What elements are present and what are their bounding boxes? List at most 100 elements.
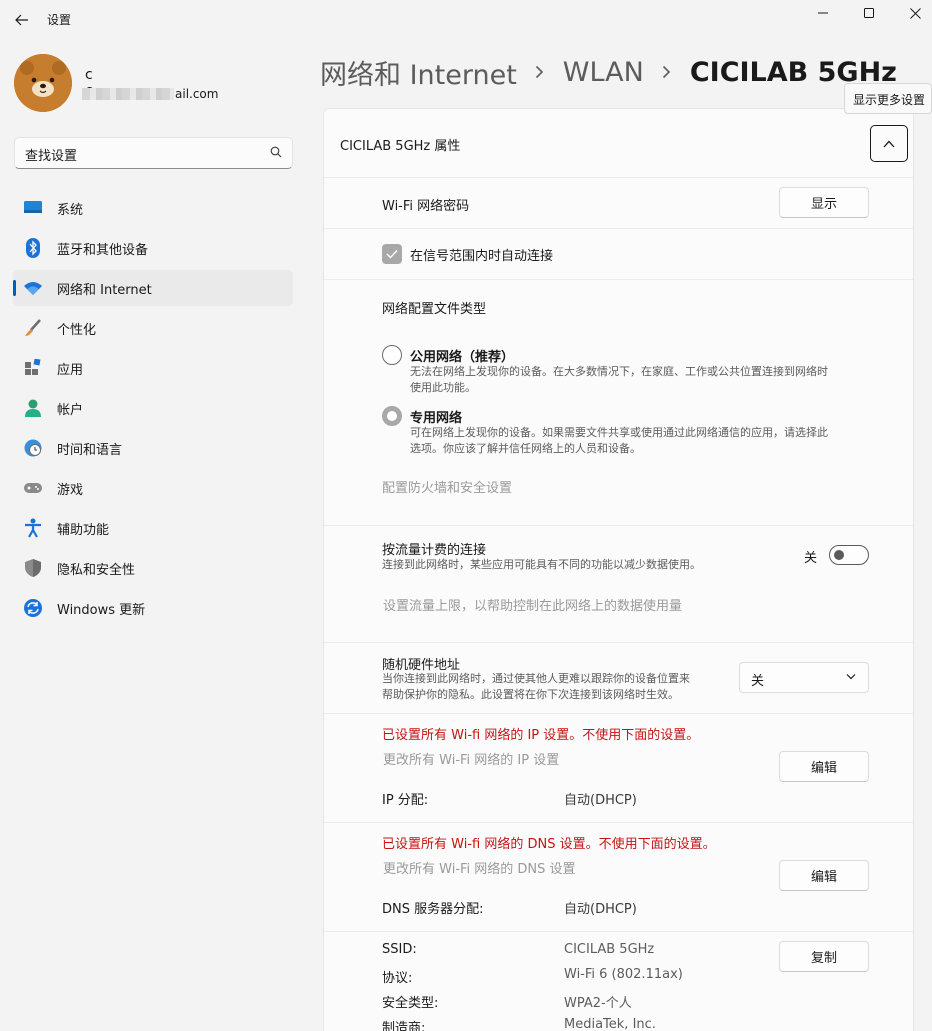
system-icon bbox=[23, 199, 43, 217]
search-input[interactable]: 查找设置 bbox=[25, 145, 77, 164]
sidebar-item-label: 应用 bbox=[57, 363, 84, 378]
sidebar-item-accounts[interactable]: 帐户 bbox=[13, 390, 293, 426]
detail-label: 制造商: bbox=[382, 1021, 426, 1031]
update-icon bbox=[23, 599, 43, 617]
apps-icon bbox=[23, 359, 43, 377]
breadcrumb: 网络和 Internet WLAN CICILAB 5GHz bbox=[320, 53, 897, 92]
detail-label: SSID: bbox=[382, 942, 417, 957]
sidebar-item-bluetooth[interactable]: 蓝牙和其他设备 bbox=[13, 230, 293, 266]
detail-value: Wi-Fi 6 (802.11ax) bbox=[564, 967, 683, 982]
bluetooth-icon bbox=[23, 238, 43, 258]
metered-connection-title: 按流量计费的连接 bbox=[382, 543, 487, 558]
random-mac-value: 关 bbox=[751, 674, 765, 689]
breadcrumb-wlan[interactable]: WLAN bbox=[563, 57, 644, 88]
sidebar-item-label: 蓝牙和其他设备 bbox=[57, 243, 149, 258]
detail-value: MediaTek, Inc. bbox=[564, 1017, 656, 1031]
divider bbox=[324, 713, 913, 714]
sidebar-item-personalization[interactable]: 个性化 bbox=[13, 310, 293, 346]
wifi-icon bbox=[23, 279, 43, 297]
account-icon bbox=[23, 399, 43, 417]
shield-icon bbox=[23, 559, 43, 577]
divider bbox=[324, 525, 913, 526]
dns-settings-warning: 已设置所有 Wi-fi 网络的 DNS 设置。不使用下面的设置。 bbox=[382, 837, 716, 852]
detail-value: WPA2-个人 bbox=[564, 996, 632, 1011]
avatar bbox=[14, 54, 72, 112]
search-box[interactable]: 查找设置 bbox=[14, 137, 293, 169]
auto-connect-checkbox[interactable] bbox=[382, 244, 402, 264]
copy-details-button[interactable]: 复制 bbox=[779, 941, 869, 972]
ip-assignment-label: IP 分配: bbox=[382, 793, 429, 808]
globe-clock-icon bbox=[23, 439, 43, 457]
sidebar-item-windows-update[interactable]: Windows 更新 bbox=[13, 590, 293, 626]
edit-dns-button[interactable]: 编辑 bbox=[779, 860, 869, 891]
collapse-button[interactable] bbox=[870, 125, 908, 162]
sidebar-item-apps[interactable]: 应用 bbox=[13, 350, 293, 386]
minimize-button[interactable] bbox=[800, 0, 846, 26]
sidebar-item-label: 辅助功能 bbox=[57, 523, 110, 538]
private-network-desc: 可在网络上发现你的设备。如果需要文件共享或使用通过此网络通信的应用，请选择此 bbox=[410, 426, 828, 439]
properties-title: CICILAB 5GHz 属性 bbox=[340, 139, 461, 154]
chevron-up-icon bbox=[883, 140, 895, 147]
sidebar-item-gaming[interactable]: 游戏 bbox=[13, 470, 293, 506]
sidebar-item-label: 游戏 bbox=[57, 483, 84, 498]
ip-change-link[interactable]: 更改所有 Wi-Fi 网络的 IP 设置 bbox=[383, 749, 559, 768]
bear-avatar-icon bbox=[14, 54, 72, 112]
sidebar-nav: 系统 蓝牙和其他设备 网络和 Internet 个性化 应用 帐户 时间和语言 … bbox=[13, 190, 293, 630]
search-icon bbox=[270, 146, 282, 158]
chevron-down-icon bbox=[846, 674, 856, 680]
private-network-title: 专用网络 bbox=[410, 411, 463, 426]
minimize-icon bbox=[818, 12, 828, 14]
auto-connect-label: 在信号范围内时自动连接 bbox=[410, 249, 554, 264]
wifi-password-label: Wi-Fi 网络密码 bbox=[382, 199, 470, 214]
user-email: ail.com bbox=[82, 87, 218, 101]
show-password-button[interactable]: 显示 bbox=[779, 187, 869, 218]
checkmark-icon bbox=[386, 250, 398, 259]
back-button[interactable] bbox=[8, 6, 36, 34]
divider bbox=[324, 931, 913, 932]
random-mac-dropdown[interactable]: 关 bbox=[739, 662, 869, 693]
ip-settings-warning: 已设置所有 Wi-fi 网络的 IP 设置。不使用下面的设置。 bbox=[382, 728, 700, 743]
divider bbox=[324, 822, 913, 823]
divider bbox=[324, 228, 913, 229]
sidebar-item-network[interactable]: 网络和 Internet bbox=[13, 270, 293, 306]
dns-assignment-label: DNS 服务器分配: bbox=[382, 902, 484, 917]
public-network-radio[interactable] bbox=[382, 345, 402, 365]
metered-toggle[interactable] bbox=[829, 545, 869, 565]
back-arrow-icon bbox=[15, 14, 28, 26]
detail-label: 协议: bbox=[382, 971, 413, 986]
maximize-button[interactable] bbox=[846, 0, 892, 26]
sidebar-item-label: Windows 更新 bbox=[57, 603, 146, 618]
dns-change-link[interactable]: 更改所有 Wi-Fi 网络的 DNS 设置 bbox=[383, 858, 576, 877]
firewall-settings-link[interactable]: 配置防火墙和安全设置 bbox=[382, 477, 512, 496]
email-redaction bbox=[82, 88, 174, 100]
edit-ip-button[interactable]: 编辑 bbox=[779, 751, 869, 782]
public-network-desc: 使用此功能。 bbox=[410, 381, 476, 394]
user-email-suffix: ail.com bbox=[175, 87, 219, 101]
private-network-radio[interactable] bbox=[382, 406, 402, 426]
detail-label: 安全类型: bbox=[382, 996, 439, 1011]
properties-header: CICILAB 5GHz 属性 bbox=[324, 109, 913, 177]
random-mac-desc: 帮助保护你的隐私。此设置将在你下次连接到该网络时生效。 bbox=[382, 688, 679, 701]
profile-type-heading: 网络配置文件类型 bbox=[382, 302, 487, 317]
sidebar-item-system[interactable]: 系统 bbox=[13, 190, 293, 226]
sidebar-item-privacy[interactable]: 隐私和安全性 bbox=[13, 550, 293, 586]
sidebar-item-time-language[interactable]: 时间和语言 bbox=[13, 430, 293, 466]
sidebar-item-accessibility[interactable]: 辅助功能 bbox=[13, 510, 293, 546]
sidebar-item-label: 个性化 bbox=[57, 323, 97, 338]
sidebar-item-label: 系统 bbox=[57, 203, 84, 218]
breadcrumb-chevron-icon bbox=[517, 65, 563, 79]
accessibility-icon bbox=[23, 518, 43, 538]
ip-assignment-value: 自动(DHCP) bbox=[564, 793, 637, 808]
tooltip: 显示更多设置 bbox=[844, 83, 932, 114]
network-properties-card: CICILAB 5GHz 属性 Wi-Fi 网络密码 显示 在信号范围内时自动连… bbox=[323, 108, 914, 1031]
gamepad-icon bbox=[23, 479, 43, 497]
breadcrumb-network[interactable]: 网络和 Internet bbox=[320, 53, 517, 92]
close-button[interactable] bbox=[892, 0, 932, 26]
toggle-knob bbox=[834, 550, 844, 560]
private-network-desc: 选项。你应该了解并信任网络上的人员和设备。 bbox=[410, 442, 641, 455]
data-limit-link[interactable]: 设置流量上限，以帮助控制在此网络上的数据使用量 bbox=[383, 595, 682, 614]
breadcrumb-chevron-icon bbox=[644, 65, 690, 79]
sidebar-item-label: 网络和 Internet bbox=[57, 283, 152, 298]
sidebar-item-label: 帐户 bbox=[57, 403, 84, 418]
divider bbox=[324, 177, 913, 178]
